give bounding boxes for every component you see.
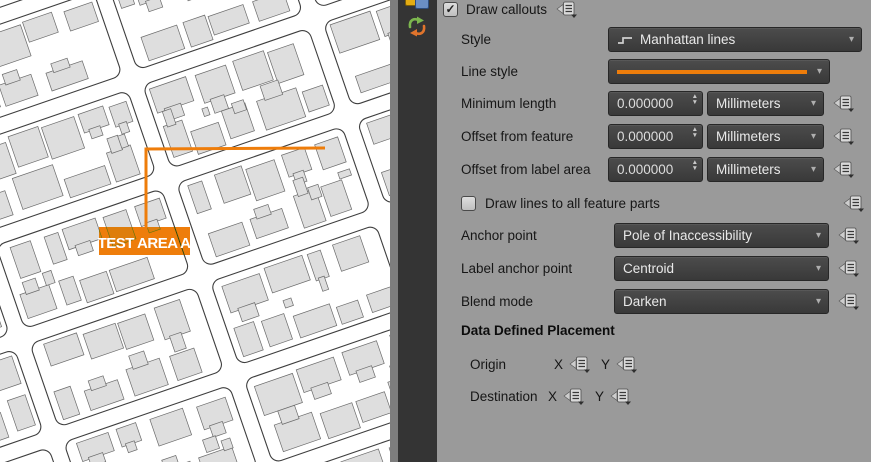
destination-label: Destination (470, 389, 548, 404)
offset-from-feature-label: Offset from feature (461, 129, 608, 144)
data-defined-override-icon[interactable] (833, 161, 855, 178)
origin-y-label: Y (601, 357, 610, 372)
data-defined-placement-header: Data Defined Placement (461, 323, 615, 338)
data-defined-override-icon[interactable] (838, 293, 860, 310)
data-defined-override-icon[interactable] (838, 260, 860, 277)
map-canvas[interactable]: TEST AREA A (0, 0, 390, 462)
chevron-down-icon: ▾ (817, 67, 822, 77)
anchor-point-label: Anchor point (461, 228, 608, 243)
data-defined-override-icon[interactable] (838, 227, 860, 244)
destination-y-override-icon[interactable] (610, 388, 632, 405)
data-defined-override-icon[interactable] (843, 195, 865, 212)
chevron-down-icon: ▾ (811, 99, 816, 109)
minimum-length-input[interactable]: 0.000000 ▲▼ (608, 91, 703, 116)
line-style-swatch (617, 70, 807, 74)
style-select[interactable]: Manhattan lines ▾ (608, 27, 862, 52)
map-svg: TEST AREA A (0, 0, 390, 462)
spinner-arrows-icon[interactable]: ▲▼ (692, 94, 698, 106)
map-label-text: TEST AREA A (98, 235, 192, 252)
destination-y-label: Y (595, 389, 604, 404)
labels-icon[interactable] (405, 0, 429, 10)
origin-x-label: X (554, 357, 563, 372)
offset-from-label-area-input[interactable]: 0.000000 ▲▼ (608, 157, 703, 182)
spinner-arrows-icon[interactable]: ▲▼ (692, 127, 698, 139)
draw-lines-all-parts-checkbox[interactable] (461, 196, 476, 211)
origin-y-override-icon[interactable] (616, 356, 638, 373)
destination-x-override-icon[interactable] (563, 388, 585, 405)
data-defined-override-icon[interactable] (833, 128, 855, 145)
offset-from-label-area-unit-select[interactable]: Millimeters ▾ (707, 157, 824, 182)
blend-mode-select[interactable]: Darken ▾ (614, 289, 829, 314)
offset-from-label-area-label: Offset from label area (461, 162, 608, 177)
chevron-down-icon: ▾ (816, 297, 821, 307)
chevron-down-icon: ▾ (816, 231, 821, 241)
chevron-down-icon: ▾ (849, 35, 854, 45)
blend-mode-label: Blend mode (461, 294, 608, 309)
minimum-length-unit-select[interactable]: Millimeters ▾ (707, 91, 824, 116)
minimum-length-label: Minimum length (461, 96, 608, 111)
panel-splitter[interactable] (390, 0, 398, 462)
map-blocks (0, 0, 390, 462)
offset-from-feature-input[interactable]: 0.000000 ▲▼ (608, 124, 703, 149)
chevron-down-icon: ▾ (816, 264, 821, 274)
destination-x-label: X (548, 389, 557, 404)
line-style-select[interactable]: ▾ (608, 59, 830, 84)
draw-callouts-checkbox[interactable]: ✓ (443, 2, 458, 17)
label-anchor-point-label: Label anchor point (461, 261, 608, 276)
chevron-down-icon: ▾ (811, 132, 816, 142)
offset-from-feature-unit-select[interactable]: Millimeters ▾ (707, 124, 824, 149)
callouts-panel: ✓ Draw callouts Style Manhattan lines ▾ … (437, 0, 871, 462)
data-defined-override-icon[interactable] (833, 95, 855, 112)
callouts-icon[interactable] (405, 15, 429, 38)
spinner-arrows-icon[interactable]: ▲▼ (692, 160, 698, 172)
manhattan-style-icon (617, 34, 633, 46)
style-label: Style (461, 32, 608, 47)
origin-x-override-icon[interactable] (569, 356, 591, 373)
chevron-down-icon: ▾ (811, 165, 816, 175)
draw-lines-all-parts-label: Draw lines to all feature parts (485, 196, 660, 211)
line-style-label: Line style (461, 64, 608, 79)
origin-label: Origin (470, 357, 554, 372)
settings-tabstrip (398, 0, 437, 462)
label-anchor-point-select[interactable]: Centroid ▾ (614, 256, 829, 281)
draw-callouts-label: Draw callouts (466, 2, 547, 17)
anchor-point-select[interactable]: Pole of Inaccessibility ▾ (614, 223, 829, 248)
data-defined-override-icon[interactable] (556, 1, 578, 18)
style-value: Manhattan lines (640, 32, 735, 47)
